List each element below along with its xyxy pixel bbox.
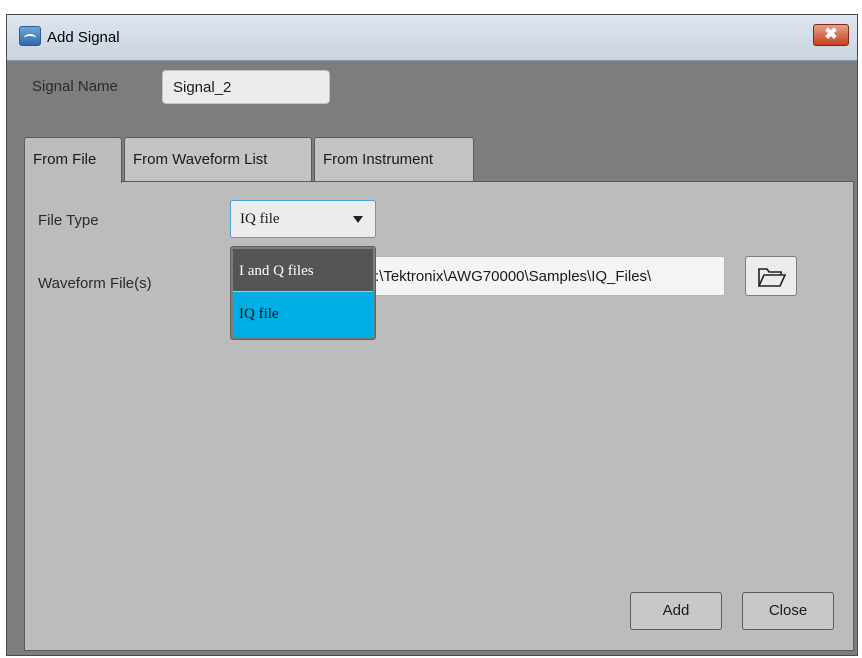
close-window-button[interactable]: ✖	[813, 24, 849, 46]
option-i-and-q-files[interactable]: I and Q files	[233, 249, 373, 292]
add-button[interactable]: Add	[630, 592, 722, 630]
file-type-dropdown[interactable]: IQ file	[230, 200, 376, 238]
close-button[interactable]: Close	[742, 592, 834, 630]
window-title: Add Signal	[47, 29, 120, 46]
signal-name-input[interactable]	[162, 70, 330, 104]
title-bar[interactable]: Add Signal ✖	[7, 15, 857, 61]
tab-content-panel	[24, 181, 854, 651]
tab-from-instrument[interactable]: From Instrument	[314, 137, 474, 181]
app-icon	[19, 26, 41, 46]
folder-open-icon	[757, 268, 787, 287]
file-type-label: File Type	[38, 212, 99, 229]
browse-button[interactable]	[745, 256, 797, 296]
signal-name-label: Signal Name	[32, 78, 118, 95]
waveform-files-label: Waveform File(s)	[38, 275, 152, 292]
tab-from-file[interactable]: From File	[24, 137, 122, 183]
tab-from-waveform-list[interactable]: From Waveform List	[124, 137, 312, 181]
file-type-options: I and Q files IQ file	[230, 246, 376, 340]
waveform-path-field[interactable]: :\Tektronix\AWG70000\Samples\IQ_Files\	[374, 256, 725, 296]
option-iq-file[interactable]: IQ file	[233, 292, 373, 337]
file-type-selected: IQ file	[240, 211, 280, 227]
chevron-down-icon	[353, 216, 363, 223]
